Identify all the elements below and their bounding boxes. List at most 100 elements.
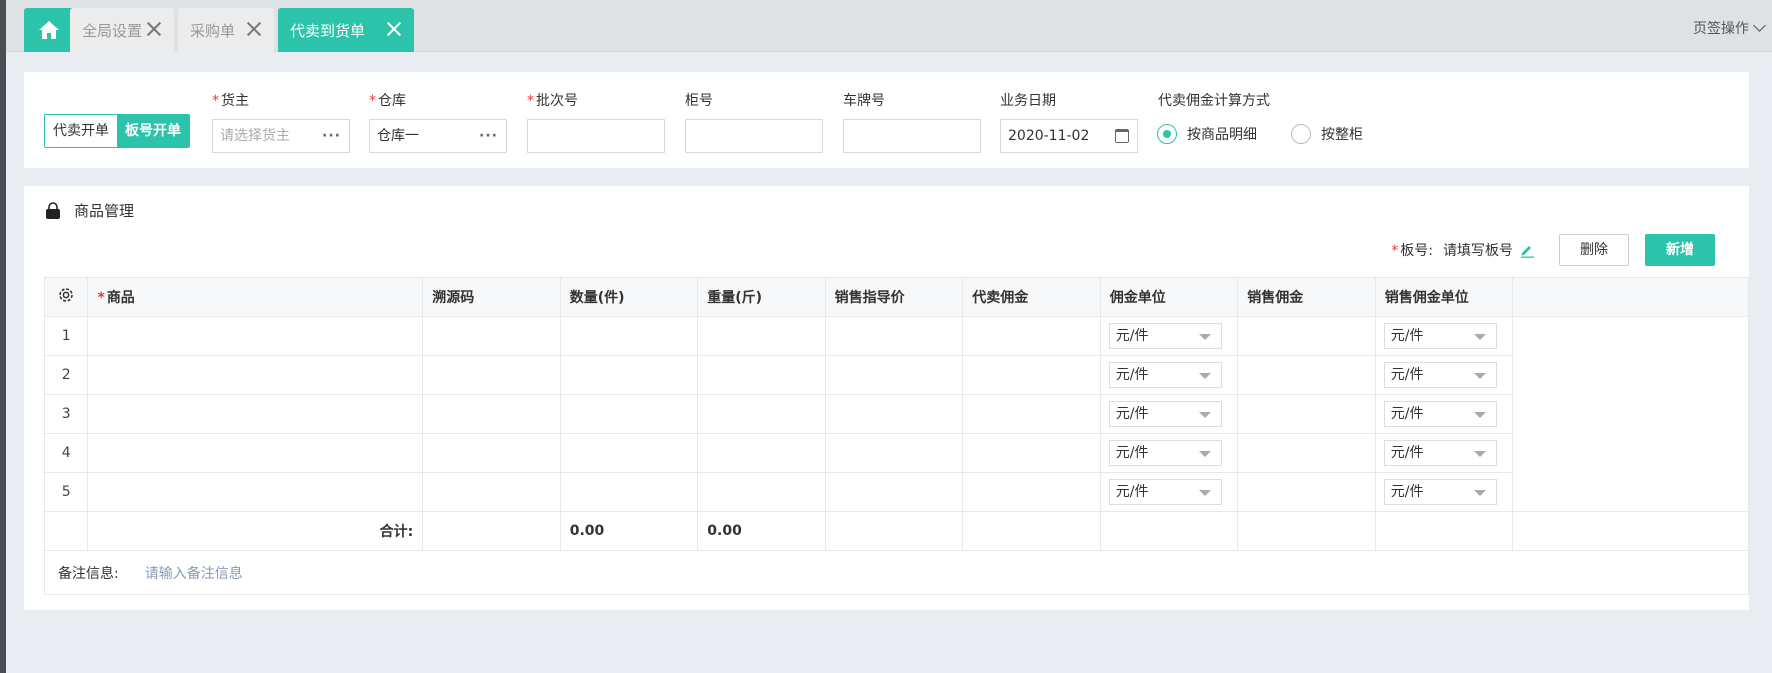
more-icon[interactable]: ··· [322, 120, 341, 152]
section-header: 商品管理 [44, 200, 134, 221]
tab-label: 采购单 [190, 21, 236, 40]
close-icon[interactable] [244, 19, 264, 39]
trace-code-cell[interactable] [422, 355, 561, 395]
tab-purchase-order[interactable]: 采购单 [178, 8, 274, 52]
gear-icon[interactable] [57, 286, 75, 304]
sale-commission-unit-cell[interactable]: 元/件 [1374, 316, 1514, 356]
more-icon[interactable]: ··· [479, 120, 498, 152]
tab-consignment-arrival[interactable]: 代卖到货单 [278, 8, 414, 52]
weight-cell[interactable] [697, 355, 826, 395]
sale-commission-unit-select[interactable]: 元/件 [1383, 362, 1497, 388]
caret-down-icon [1198, 412, 1211, 418]
page-ops-label: 页签操作 [1693, 21, 1749, 37]
sale-commission-cell[interactable] [1237, 316, 1376, 356]
commission-unit-select[interactable]: 元/件 [1108, 362, 1222, 388]
goods-cell[interactable] [87, 433, 424, 473]
guide-price-cell[interactable] [824, 394, 964, 434]
guide-price-cell[interactable] [824, 472, 964, 512]
goods-cell[interactable] [87, 394, 424, 434]
weight-cell[interactable] [697, 316, 826, 356]
commission-cell[interactable] [962, 316, 1101, 356]
quantity-cell[interactable] [559, 355, 699, 395]
trace-code-cell[interactable] [422, 433, 561, 473]
col-header-commission-unit: 佣金单位 [1099, 277, 1239, 317]
board-value[interactable]: 请填写板号 [1443, 240, 1513, 260]
commission-unit-select[interactable]: 元/件 [1108, 479, 1222, 505]
sale-commission-unit-select[interactable]: 元/件 [1383, 440, 1497, 466]
shopping-bag-icon [46, 201, 60, 219]
warehouse-select[interactable]: 仓库一 ··· [369, 119, 507, 153]
commission-unit-cell[interactable]: 元/件 [1099, 316, 1239, 356]
trace-code-cell[interactable] [422, 394, 561, 434]
sale-commission-cell[interactable] [1237, 355, 1376, 395]
goods-cell[interactable] [87, 316, 424, 356]
trace-code-cell[interactable] [422, 316, 561, 356]
guide-price-cell[interactable] [824, 433, 964, 473]
weight-cell[interactable] [697, 433, 826, 473]
sale-commission-unit-cell[interactable]: 元/件 [1374, 472, 1514, 512]
commission-unit-cell[interactable]: 元/件 [1099, 472, 1239, 512]
mode-toggle[interactable]: 代卖开单 板号开单 [44, 114, 190, 148]
commission-unit-cell[interactable]: 元/件 [1099, 433, 1239, 473]
mode-consignment-option[interactable]: 代卖开单 [45, 115, 117, 147]
commission-cell[interactable] [962, 394, 1101, 434]
col-header-spacer [1512, 277, 1749, 317]
tab-home[interactable] [24, 8, 74, 52]
caret-down-icon [1198, 451, 1211, 457]
trace-code-cell[interactable] [422, 472, 561, 512]
quantity-cell[interactable] [559, 472, 699, 512]
goods-cell[interactable] [87, 355, 424, 395]
guide-price-cell[interactable] [824, 355, 964, 395]
commission-unit-cell[interactable]: 元/件 [1099, 355, 1239, 395]
commission-cell[interactable] [962, 355, 1101, 395]
weight-cell[interactable] [697, 472, 826, 512]
add-button[interactable]: 新增 [1645, 234, 1715, 266]
sale-commission-unit-select[interactable]: 元/件 [1383, 323, 1497, 349]
commission-unit-select[interactable]: 元/件 [1108, 323, 1222, 349]
radio-by-cabinet[interactable] [1291, 124, 1311, 144]
weight-cell[interactable] [697, 394, 826, 434]
tab-global-settings[interactable]: 全局设置 [70, 8, 174, 52]
radio-by-item[interactable] [1157, 124, 1177, 144]
row-index: 3 [43, 394, 89, 434]
goods-cell[interactable] [87, 472, 424, 512]
calendar-icon[interactable] [1115, 129, 1129, 143]
plate-input[interactable] [843, 119, 981, 153]
delete-button[interactable]: 删除 [1559, 234, 1629, 266]
commission-unit-select[interactable]: 元/件 [1108, 440, 1222, 466]
owner-select[interactable]: 请选择货主 ··· [212, 119, 350, 153]
batch-input[interactable] [527, 119, 665, 153]
date-input[interactable]: 2020-11-02 [1000, 119, 1138, 153]
summary-blank [824, 511, 964, 551]
guide-price-cell[interactable] [824, 316, 964, 356]
quantity-cell[interactable] [559, 394, 699, 434]
table-row: 1 元/件 元/件 [43, 316, 1749, 356]
commission-unit-select[interactable]: 元/件 [1108, 401, 1222, 427]
radio-by-cabinet-label[interactable]: 按整柜 [1321, 124, 1363, 144]
sale-commission-unit-select[interactable]: 元/件 [1383, 479, 1497, 505]
mode-board-option[interactable]: 板号开单 [117, 115, 189, 147]
sale-commission-cell[interactable] [1237, 433, 1376, 473]
commission-cell[interactable] [962, 472, 1101, 512]
cabinet-input[interactable] [685, 119, 823, 153]
close-icon[interactable] [144, 19, 164, 39]
edit-icon[interactable] [1519, 242, 1535, 258]
spacer-cell [1512, 316, 1749, 356]
sale-commission-cell[interactable] [1237, 394, 1376, 434]
sale-commission-cell[interactable] [1237, 472, 1376, 512]
quantity-cell[interactable] [559, 316, 699, 356]
sale-commission-unit-cell[interactable]: 元/件 [1374, 355, 1514, 395]
column-settings[interactable] [43, 277, 89, 317]
plate-label: 车牌号 [843, 93, 885, 109]
summary-weight: 0.00 [697, 511, 826, 551]
sale-commission-unit-cell[interactable]: 元/件 [1374, 394, 1514, 434]
remark-input[interactable]: 请输入备注信息 [145, 563, 243, 583]
page-ops-menu[interactable]: 页签操作 [1693, 18, 1766, 38]
sale-commission-unit-select[interactable]: 元/件 [1383, 401, 1497, 427]
radio-by-item-label[interactable]: 按商品明细 [1187, 124, 1257, 144]
close-icon[interactable] [384, 19, 404, 39]
commission-cell[interactable] [962, 433, 1101, 473]
commission-unit-cell[interactable]: 元/件 [1099, 394, 1239, 434]
quantity-cell[interactable] [559, 433, 699, 473]
sale-commission-unit-cell[interactable]: 元/件 [1374, 433, 1514, 473]
